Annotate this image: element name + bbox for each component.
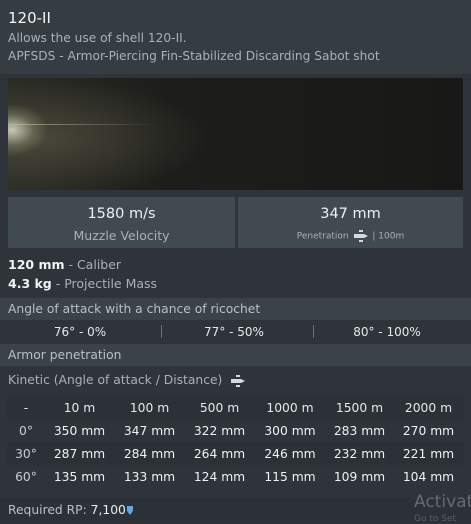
penetration-table: - 10 m 100 m 500 m 1000 m 1500 m 2000 m … [7, 396, 464, 488]
penetration-cell: 221 mm [402, 446, 455, 461]
penetration-value: 347 mm [320, 206, 381, 222]
penetration-cell: 104 mm [402, 469, 455, 484]
penetration-cell: 284 mm [123, 446, 176, 461]
table-row: 60° 135 mm 133 mm 124 mm 115 mm 109 mm 1… [7, 465, 464, 488]
penetration-cell: 283 mm [333, 423, 386, 438]
os-activation-watermark: Activat [414, 492, 471, 512]
research-point-icon [126, 506, 133, 515]
table-header-cell: 1500 m [335, 400, 384, 415]
penetration-section-header: Armor penetration [0, 344, 471, 366]
muzzle-velocity-label: Muzzle Velocity [73, 228, 170, 243]
penetration-cell: 287 mm [53, 446, 106, 461]
penetration-cell: 135 mm [53, 469, 106, 484]
item-title: 120-II [8, 9, 51, 27]
penetration-label-row: Penetration | 100m [238, 230, 463, 242]
table-header-cell: - [23, 400, 29, 415]
angle-cell: 30° [15, 446, 37, 461]
mass-label: - Projectile Mass [51, 276, 158, 291]
penetration-cell: 246 mm [264, 446, 316, 461]
penetration-cell: 322 mm [193, 423, 246, 438]
footer-bar: Required RP: 7,100 [0, 498, 471, 523]
penetration-cell: 109 mm [333, 469, 386, 484]
ricochet-entry-2: 80° - 100% [353, 325, 421, 339]
required-rp-label: Required RP: [8, 503, 91, 517]
shell-icon [231, 374, 246, 387]
table-header-cell: 1000 m [266, 400, 314, 415]
muzzle-velocity-box: 1580 m/s Muzzle Velocity [8, 197, 235, 248]
table-header-cell: 100 m [129, 400, 170, 415]
table-header-cell: 2000 m [404, 400, 453, 415]
item-description: Allows the use of shell 120-II. [8, 31, 187, 45]
ricochet-entry-0: 76° - 0% [53, 325, 107, 339]
kinetic-subtitle-row: Kinetic (Angle of attack / Distance) [8, 373, 246, 387]
ricochet-section-title: Angle of attack with a chance of ricoche… [8, 302, 261, 316]
penetration-cell: 264 mm [193, 446, 246, 461]
penetration-box: 347 mm Penetration | 100m [238, 197, 463, 248]
penetration-label: Penetration [296, 231, 349, 242]
penetration-distance-note: | 100m [372, 231, 405, 242]
table-header-cell: 500 m [199, 400, 240, 415]
mass-value: 4.3 kg [8, 276, 52, 291]
required-rp-value: 7,100 [90, 503, 126, 517]
shell-preview-image [8, 78, 463, 190]
muzzle-velocity-value: 1580 m/s [87, 206, 156, 222]
angle-cell: 60° [15, 469, 37, 484]
penetration-cell: 115 mm [264, 469, 316, 484]
angle-cell: 0° [19, 423, 33, 438]
item-header: 120-II Allows the use of shell 120-II. A… [0, 0, 471, 74]
kinetic-subtitle: Kinetic (Angle of attack / Distance) [8, 373, 223, 387]
table-header-cell: 10 m [63, 400, 96, 415]
table-row: 30° 287 mm 284 mm 264 mm 246 mm 232 mm 2… [7, 442, 464, 465]
ricochet-entry-1: 77° - 50% [204, 325, 264, 339]
table-row: 0° 350 mm 347 mm 322 mm 300 mm 283 mm 27… [7, 419, 464, 442]
penetration-cell: 270 mm [402, 423, 455, 438]
penetration-cell: 347 mm [123, 423, 176, 438]
penetration-cell: 300 mm [264, 423, 316, 438]
shell-type-description: APFSDS - Armor-Piercing Fin-Stabilized D… [8, 49, 380, 63]
penetration-cell: 124 mm [193, 469, 246, 484]
caliber-row: 120 mm - Caliber [8, 257, 121, 272]
penetration-cell: 133 mm [123, 469, 176, 484]
ricochet-row: 76° - 0% 77° - 50% 80° - 100% [0, 322, 471, 342]
caliber-label: - Caliber [64, 257, 122, 272]
required-rp: Required RP: 7,100 [8, 503, 133, 517]
penetration-cell: 232 mm [333, 446, 386, 461]
table-header-row: - 10 m 100 m 500 m 1000 m 1500 m 2000 m [7, 396, 464, 419]
ricochet-section-header: Angle of attack with a chance of ricoche… [0, 298, 471, 320]
mass-row: 4.3 kg - Projectile Mass [8, 276, 157, 291]
muzzle-flash-streak [8, 124, 158, 125]
shell-icon [353, 230, 368, 242]
penetration-section-title: Armor penetration [8, 348, 122, 362]
caliber-value: 120 mm [8, 257, 65, 272]
penetration-cell: 350 mm [53, 423, 106, 438]
